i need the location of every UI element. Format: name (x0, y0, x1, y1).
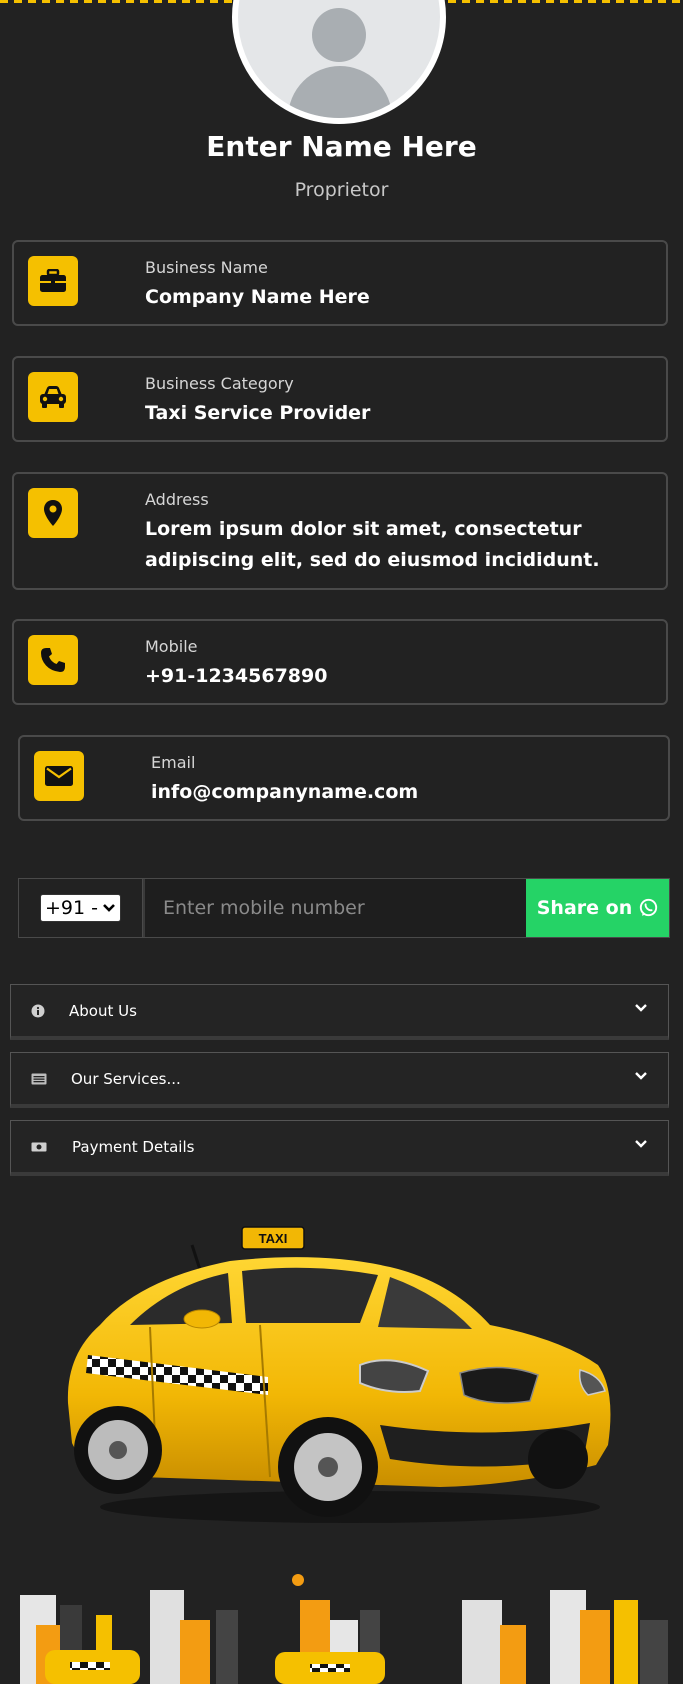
avatar-shoulders (288, 66, 392, 118)
accordion-label: Our Services... (71, 1070, 181, 1088)
accordion-our-services[interactable]: Our Services... (10, 1052, 669, 1108)
chevron-down-icon (635, 1140, 647, 1148)
address-card: Address Lorem ipsum dolor sit amet, cons… (12, 472, 668, 590)
envelope-icon (34, 751, 84, 801)
card-value[interactable]: info@companyname.com (151, 777, 648, 808)
country-code-select[interactable]: +91 - (40, 894, 121, 922)
avatar-head (312, 8, 366, 62)
card-value: Company Name Here (145, 286, 370, 308)
accordion-about-us[interactable]: About Us (10, 984, 669, 1040)
briefcase-icon (28, 256, 78, 306)
card-label: Business Name (145, 258, 268, 277)
share-button-label: Share on (536, 897, 633, 919)
accordion-payment-details[interactable]: Payment Details (10, 1120, 669, 1176)
card-label: Mobile (145, 637, 198, 656)
country-code-value: +91 - (45, 897, 98, 919)
card-value: Lorem ipsum dolor sit amet, consectetur … (145, 518, 600, 571)
business-name-card: Business Name Company Name Here (12, 240, 668, 326)
whatsapp-icon (640, 898, 658, 917)
info-icon (31, 1004, 45, 1018)
card-label: Email (151, 753, 196, 772)
mobile-card[interactable]: Mobile +91-1234567890 (12, 619, 668, 705)
card-value[interactable]: +91-1234567890 (145, 661, 646, 692)
card-label: Address (145, 490, 209, 509)
avatar (232, 0, 446, 124)
whatsapp-share-form: +91 - Enter mobile number Share on (18, 878, 670, 938)
profile-name: Enter Name Here (206, 130, 477, 163)
card-value: Taxi Service Provider (145, 402, 371, 424)
country-code-cell: +91 - (19, 879, 143, 937)
business-category-card: Business Category Taxi Service Provider (12, 356, 668, 442)
share-on-whatsapp-button[interactable]: Share on (526, 879, 669, 937)
taxi-car-image: TAXI (67, 1226, 611, 1523)
chevron-down-icon (103, 904, 115, 912)
money-icon (31, 1142, 47, 1152)
card-label: Business Category (145, 374, 294, 393)
accordion-label: Payment Details (72, 1138, 195, 1156)
email-card[interactable]: Email info@companyname.com (18, 735, 670, 821)
location-pin-icon (28, 488, 78, 538)
accordion-label: About Us (69, 1002, 137, 1020)
mobile-number-input[interactable]: Enter mobile number (143, 879, 526, 937)
city-skyline-illustration (20, 1590, 668, 1684)
list-icon (31, 1073, 47, 1085)
chevron-down-icon (635, 1072, 647, 1080)
car-icon (28, 372, 78, 422)
chevron-down-icon (635, 1004, 647, 1012)
profile-role: Proprietor (294, 179, 389, 201)
phone-icon (28, 635, 78, 685)
taxi-sign-label: TAXI (259, 1231, 288, 1246)
